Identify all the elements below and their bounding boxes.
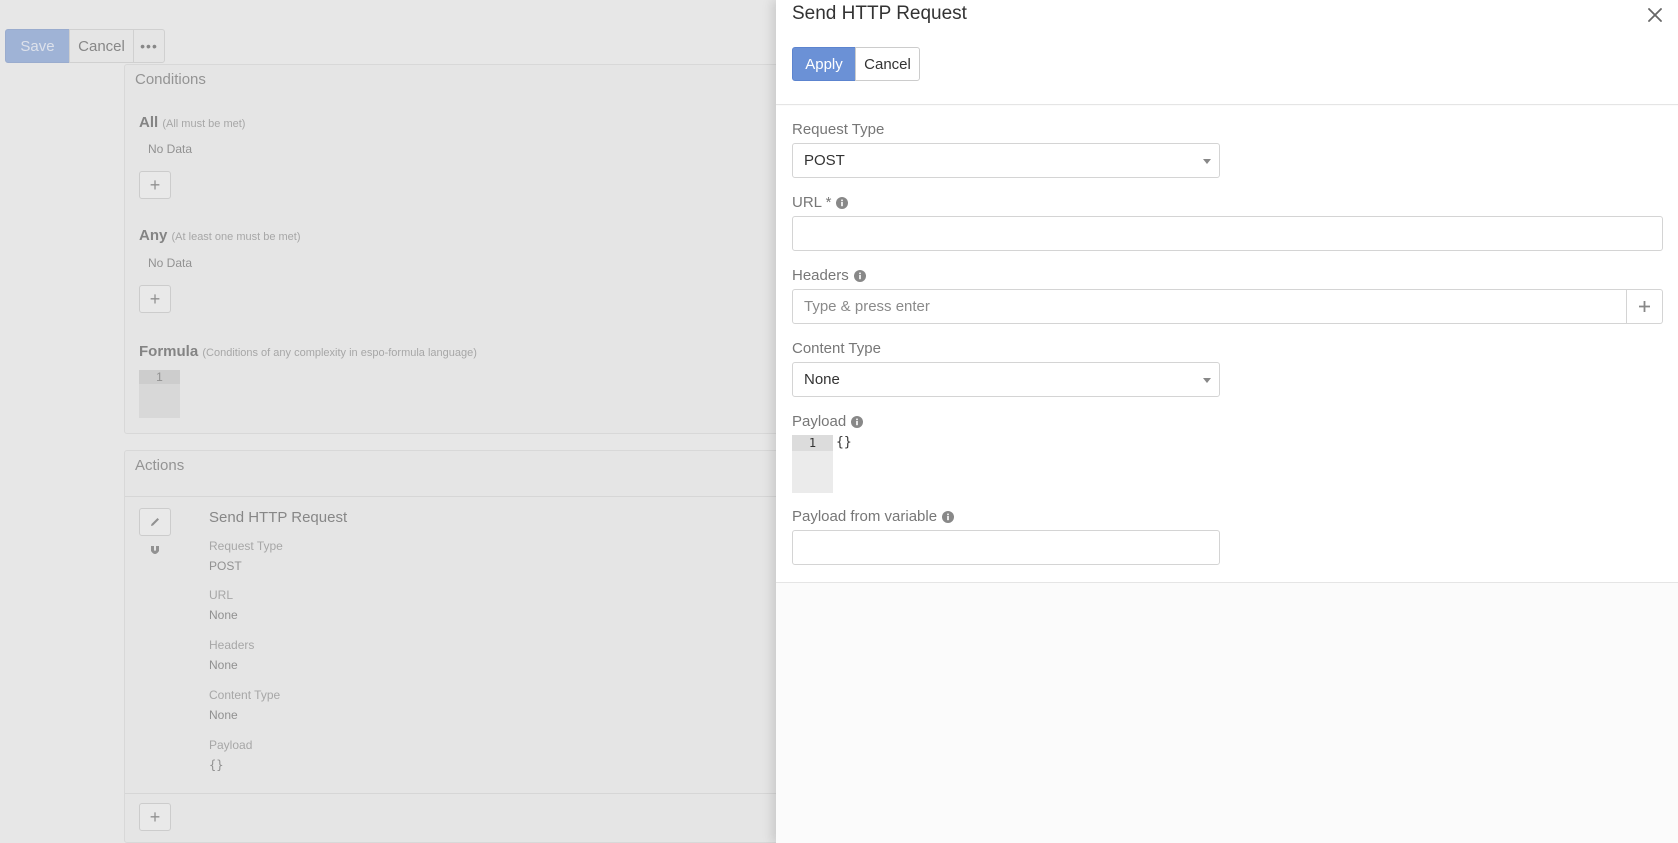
- apply-button[interactable]: Apply: [792, 47, 856, 81]
- info-icon[interactable]: [853, 269, 866, 282]
- payload-code-editor[interactable]: 1 {}: [792, 435, 1663, 493]
- info-icon[interactable]: [836, 196, 849, 209]
- info-icon[interactable]: [851, 415, 864, 428]
- send-http-request-modal: Send HTTP Request Apply Cancel Request T…: [776, 0, 1678, 843]
- cancel-button[interactable]: Cancel: [855, 47, 920, 81]
- info-icon[interactable]: [942, 510, 955, 523]
- payload-code[interactable]: {}: [836, 435, 852, 451]
- caret-down-icon: [1203, 378, 1211, 383]
- modal-body: Request Type POST URL * Headers Type & p…: [776, 106, 1678, 583]
- modal-title: Send HTTP Request: [792, 3, 967, 24]
- payload-from-variable-input[interactable]: [792, 530, 1220, 565]
- headers-label: Headers: [792, 267, 866, 284]
- url-input[interactable]: [792, 216, 1663, 251]
- payload-line-number: 1: [792, 435, 833, 451]
- close-button[interactable]: [1642, 2, 1668, 28]
- request-type-select[interactable]: POST: [792, 143, 1220, 178]
- caret-down-icon: [1203, 159, 1211, 164]
- modal-button-group: Apply Cancel: [792, 47, 920, 81]
- url-label: URL *: [792, 194, 849, 211]
- modal-header: Send HTTP Request Apply Cancel: [776, 0, 1678, 105]
- headers-input[interactable]: [792, 289, 1627, 324]
- payload-label: Payload: [792, 413, 864, 430]
- content-type-select[interactable]: None: [792, 362, 1220, 397]
- payload-from-variable-label: Payload from variable: [792, 508, 955, 525]
- add-header-button[interactable]: [1627, 289, 1663, 324]
- request-type-label: Request Type: [792, 121, 885, 138]
- content-type-label: Content Type: [792, 340, 881, 357]
- headers-input-group: [792, 289, 1663, 324]
- plus-icon: [1639, 301, 1650, 312]
- close-icon: [1648, 8, 1662, 22]
